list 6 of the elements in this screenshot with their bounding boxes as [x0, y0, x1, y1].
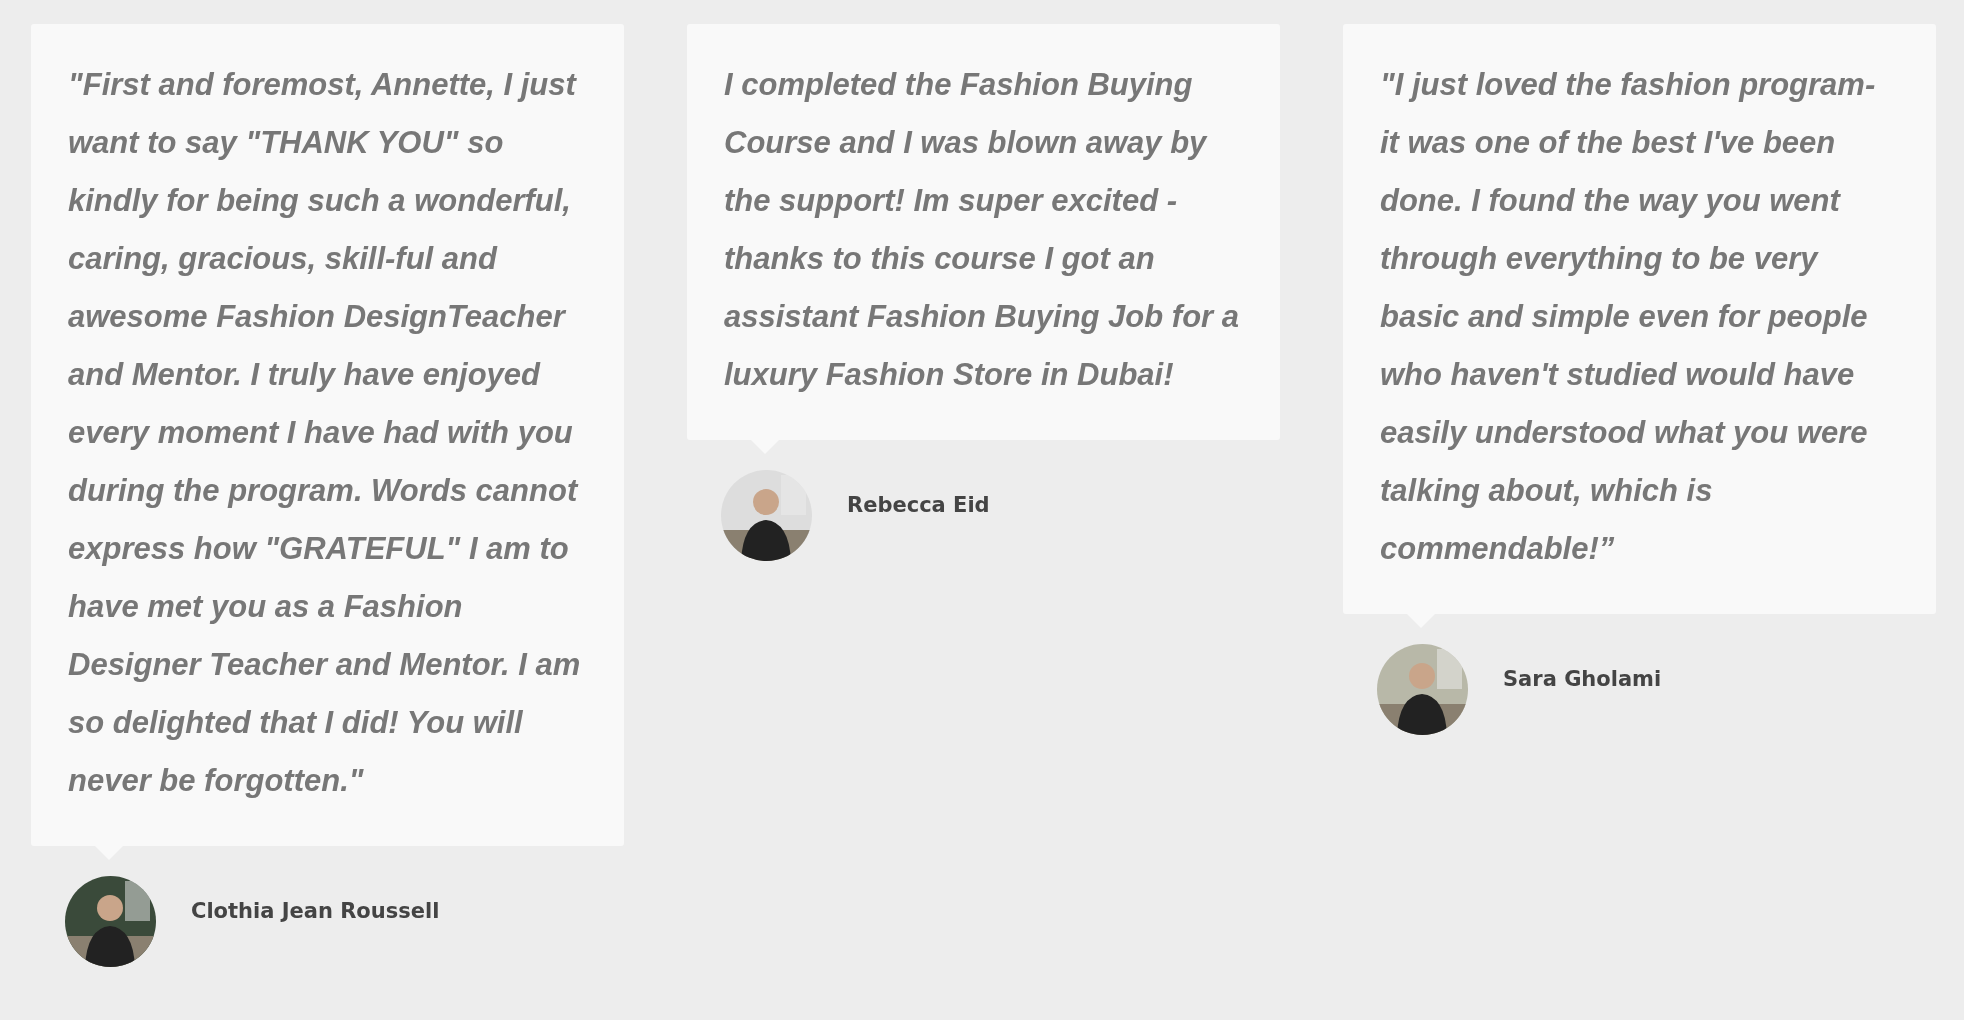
testimonial-quote: I completed the Fashion Buying Course and I was blown away by the support! Im super excited - thanks to this course I got an assistant Fashion Buying Job for a luxury Fashion Store in Dubai!: [724, 66, 1241, 394]
reviewer-name: Clothia Jean Roussell: [191, 898, 440, 925]
reviewer-name: Rebecca Eid: [847, 492, 990, 519]
testimonial-quote: "I just loved the fashion program- it was one of the best I've been done. I found the way you went through everything to be very basic and simple even for people who haven't studied would have easily understood what you were talking about, which is commendable!”: [1380, 66, 1877, 568]
testimonial-quote: "First and foremost, Annette, I just want to say "THANK YOU" so kindly for being such a wonderful, caring, gracious, skill-ful and awesome Fashion DesignTeacher and Mentor. I truly have enjoyed every moment I have had with you during the program. Words cannot express how "GRATEFUL" I am to have met you as a Fashion Designer Teacher and Mentor. I am so delighted that I did! You will never be forgotten.": [68, 66, 582, 800]
reviewer-name: Sara Gholami: [1503, 666, 1662, 693]
